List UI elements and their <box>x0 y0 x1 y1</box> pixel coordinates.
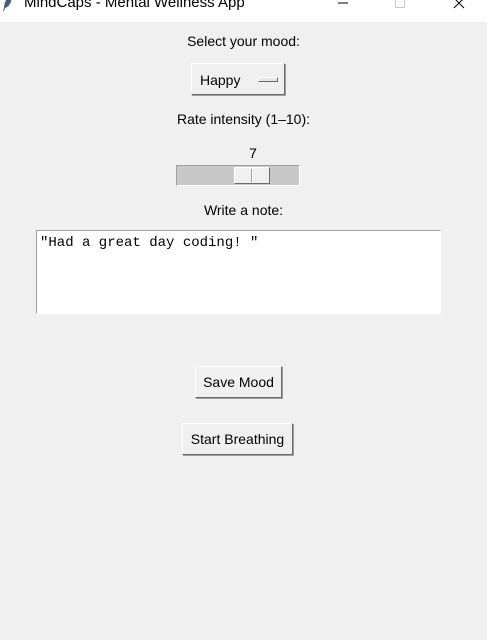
close-icon <box>453 0 465 9</box>
title-bar: MindCaps - Mental Wellness App <box>0 0 487 22</box>
note-label: Write a note: <box>203 202 284 218</box>
mood-label: Select your mood: <box>187 33 300 49</box>
note-text-area[interactable] <box>36 230 441 314</box>
intensity-value: 7 <box>249 145 257 161</box>
intensity-slider-handle[interactable] <box>234 167 270 184</box>
dropdown-indicator-icon <box>258 77 278 82</box>
maximize-icon <box>395 0 405 8</box>
minimize-button[interactable] <box>320 0 366 14</box>
save-mood-button[interactable]: Save Mood <box>195 366 282 398</box>
intensity-label: Rate intensity (1–10): <box>176 111 311 127</box>
window-title: MindCaps - Mental Wellness App <box>24 0 245 11</box>
maximize-button[interactable] <box>377 0 423 14</box>
mood-selected-value: Happy <box>200 72 241 88</box>
minimize-icon <box>338 2 348 4</box>
close-button[interactable] <box>436 0 482 14</box>
mood-dropdown[interactable]: Happy <box>191 63 285 95</box>
slider-grip-icon <box>251 169 253 182</box>
feather-icon <box>3 0 12 11</box>
start-breathing-button[interactable]: Start Breathing <box>182 423 293 455</box>
